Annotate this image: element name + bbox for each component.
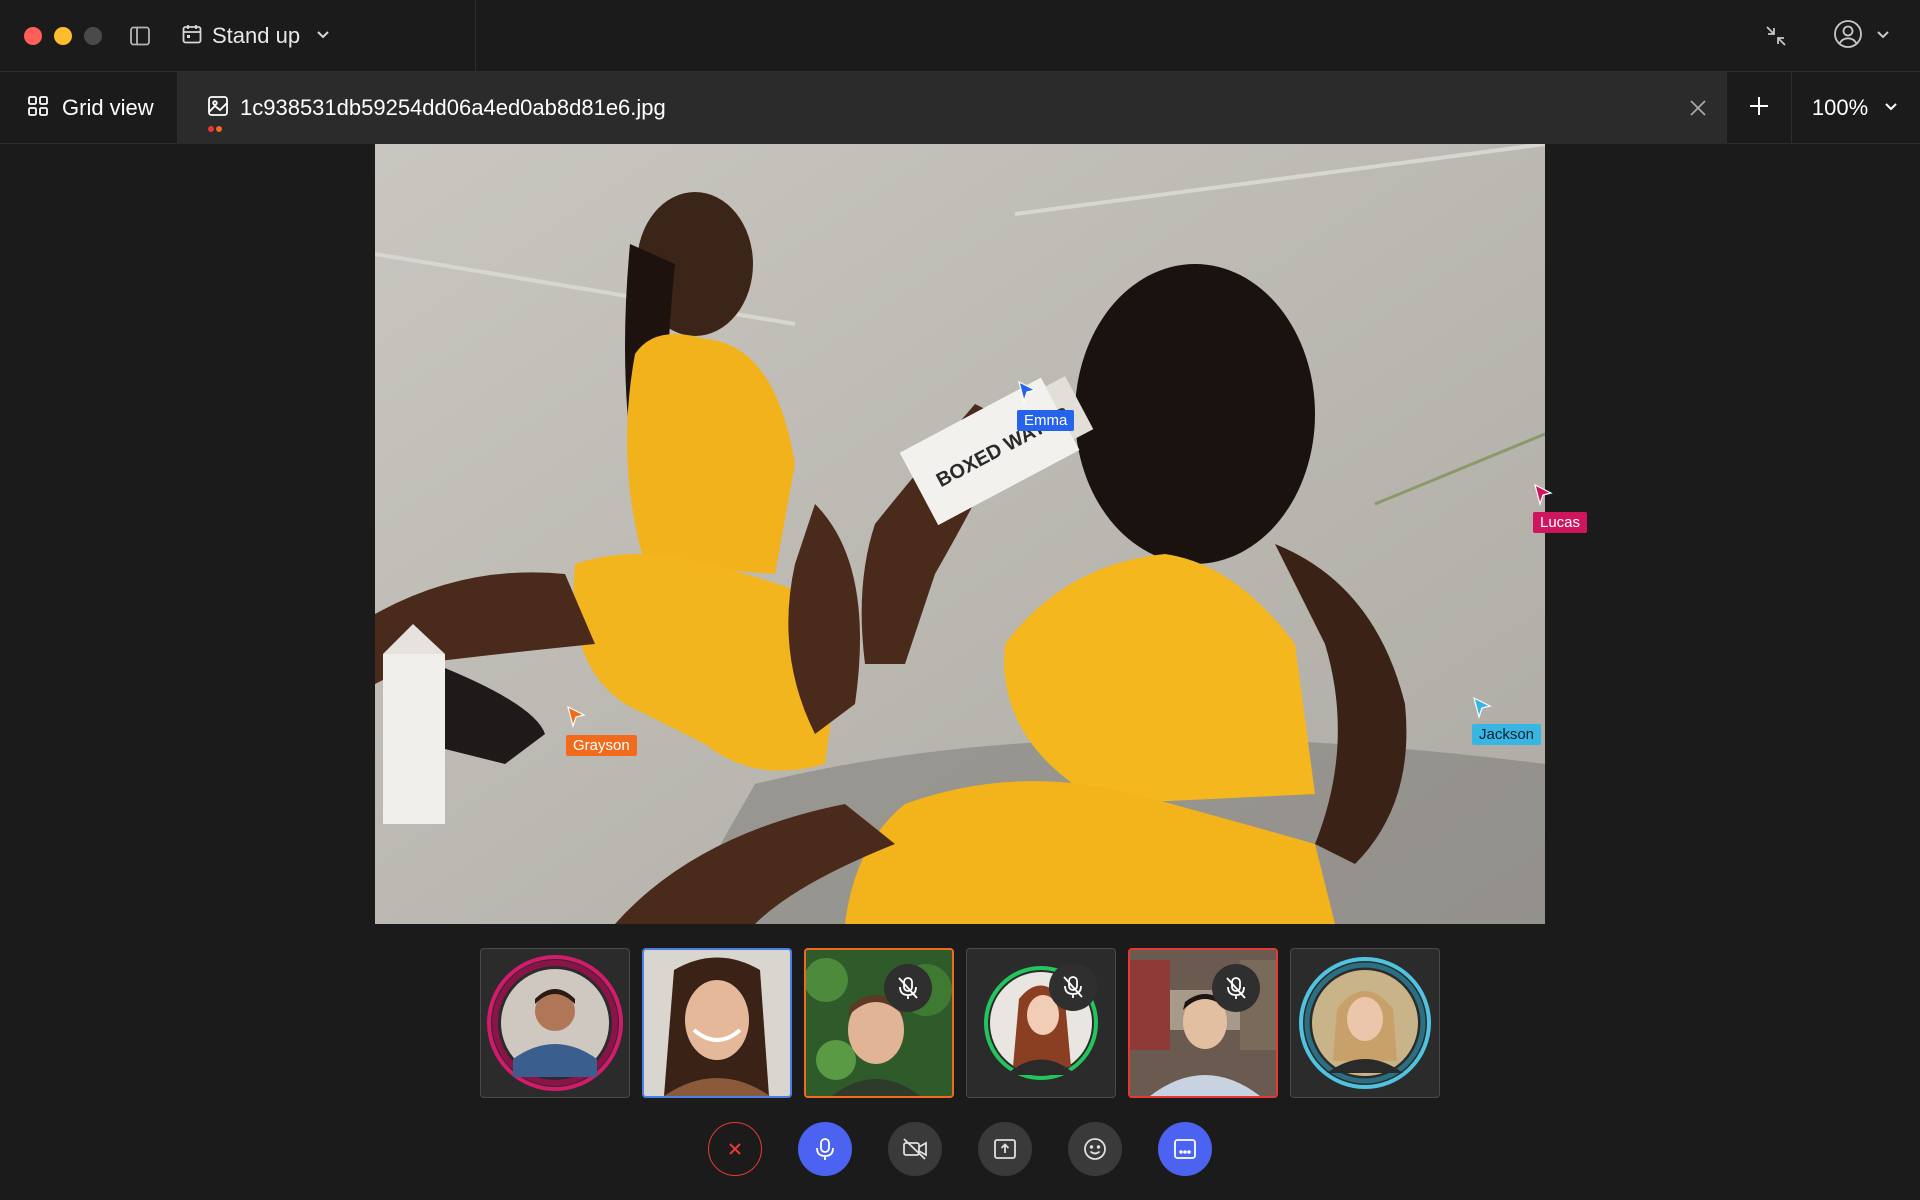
cursor-grayson: Grayson bbox=[566, 705, 637, 756]
close-window-button[interactable] bbox=[24, 27, 42, 45]
grid-icon bbox=[26, 94, 50, 123]
pointer-icon bbox=[567, 705, 586, 729]
chevron-down-icon bbox=[314, 25, 332, 48]
reactions-button[interactable] bbox=[1068, 1122, 1122, 1176]
close-icon[interactable] bbox=[1684, 94, 1712, 122]
participant-tile[interactable] bbox=[480, 948, 630, 1098]
meeting-selector[interactable]: Stand up bbox=[180, 20, 332, 52]
user-icon bbox=[1832, 18, 1864, 55]
share-icon bbox=[994, 1139, 1016, 1159]
chevron-down-icon bbox=[1874, 25, 1892, 48]
title-bar: Stand up bbox=[0, 0, 1920, 72]
shared-image: BOXED WATER bbox=[375, 144, 1545, 924]
mic-icon bbox=[816, 1138, 834, 1160]
mic-off-icon bbox=[1049, 963, 1097, 1011]
cursor-label: Lucas bbox=[1533, 512, 1588, 533]
grid-view-label: Grid view bbox=[62, 95, 154, 120]
presence-dots bbox=[208, 126, 222, 132]
captions-button[interactable] bbox=[1158, 1122, 1212, 1176]
account-menu[interactable] bbox=[1832, 18, 1892, 55]
cursor-emma: Emma bbox=[1017, 380, 1075, 431]
sidebar-toggle-icon[interactable] bbox=[128, 24, 152, 48]
leave-call-button[interactable] bbox=[708, 1122, 762, 1176]
avatar bbox=[984, 966, 1098, 1080]
participant-video bbox=[806, 950, 952, 1096]
camera-off-icon bbox=[903, 1138, 927, 1160]
mic-off-icon bbox=[884, 964, 932, 1012]
meeting-title: Stand up bbox=[212, 23, 301, 48]
zoom-window-button[interactable] bbox=[84, 27, 102, 45]
share-screen-button[interactable] bbox=[978, 1122, 1032, 1176]
avatar bbox=[1299, 957, 1431, 1089]
camera-button[interactable] bbox=[888, 1122, 942, 1176]
participant-video bbox=[644, 950, 790, 1096]
calendar-icon bbox=[180, 22, 204, 51]
chevron-down-icon bbox=[1882, 97, 1900, 120]
pointer-icon bbox=[1473, 696, 1492, 720]
plus-icon bbox=[1747, 94, 1771, 123]
participant-tile[interactable] bbox=[804, 948, 954, 1098]
pointer-icon bbox=[1018, 380, 1037, 404]
minimize-window-button[interactable] bbox=[54, 27, 72, 45]
participant-tile[interactable] bbox=[1290, 948, 1440, 1098]
emoji-icon bbox=[1084, 1138, 1106, 1160]
captions-icon bbox=[1174, 1139, 1196, 1159]
cursor-label: Grayson bbox=[566, 735, 637, 756]
participant-tile[interactable] bbox=[966, 948, 1116, 1098]
cursor-jackson: Jackson bbox=[1472, 696, 1542, 745]
mic-off-icon bbox=[1212, 964, 1260, 1012]
pointer-icon bbox=[1534, 483, 1553, 507]
zoom-level: 100% bbox=[1811, 95, 1869, 120]
title-divider bbox=[475, 0, 476, 72]
cursor-label: Emma bbox=[1017, 410, 1075, 431]
microphone-button[interactable] bbox=[798, 1122, 852, 1176]
cursor-lucas: Lucas bbox=[1533, 483, 1588, 533]
participant-tile[interactable] bbox=[1128, 948, 1278, 1098]
grid-view-button[interactable]: Grid view bbox=[0, 72, 178, 144]
zoom-selector[interactable]: 100% bbox=[1791, 72, 1920, 144]
avatar bbox=[487, 955, 623, 1091]
tab-bar: Grid view 1c938531db59254dd06a4ed0ab8d81… bbox=[0, 72, 1920, 144]
collapse-icon[interactable] bbox=[1762, 22, 1790, 50]
cursor-label: Jackson bbox=[1472, 724, 1542, 745]
tab-file[interactable]: 1c938531db59254dd06a4ed0ab8d81e6.jpg bbox=[178, 72, 1726, 144]
image-icon bbox=[206, 94, 230, 123]
close-icon bbox=[729, 1143, 741, 1155]
participant-tile[interactable] bbox=[642, 948, 792, 1098]
file-name: 1c938531db59254dd06a4ed0ab8d81e6.jpg bbox=[240, 95, 666, 120]
add-tab-button[interactable] bbox=[1726, 72, 1791, 144]
